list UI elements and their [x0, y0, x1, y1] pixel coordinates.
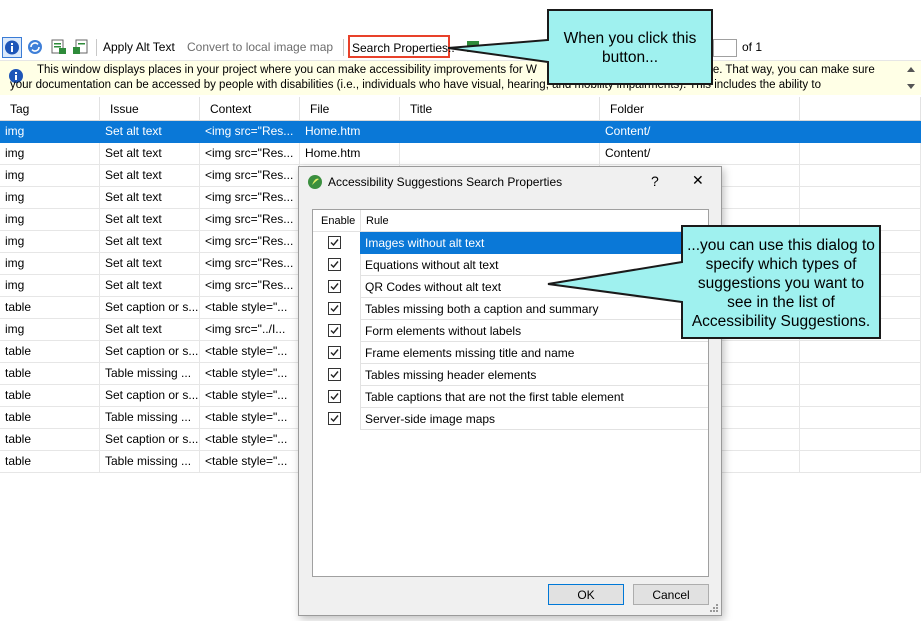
right-callout-text: ...you can use this dialog to specify wh… [687, 237, 875, 330]
top-callout-text: When you click this button... [563, 30, 697, 66]
